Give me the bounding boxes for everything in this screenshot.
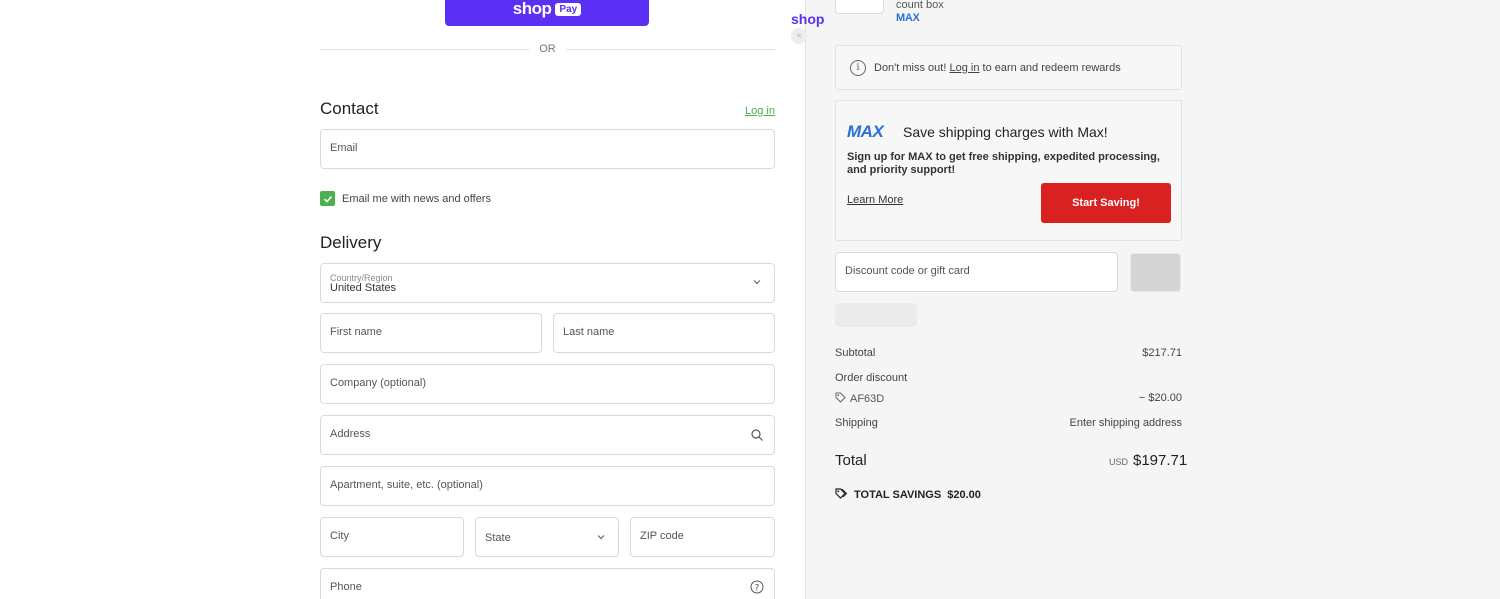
info-icon: i — [850, 59, 866, 76]
city-field[interactable]: City — [320, 517, 464, 557]
close-icon[interactable]: × — [791, 28, 807, 44]
order-discount-label: Order discount — [835, 372, 908, 384]
loading-placeholder — [835, 303, 917, 327]
checkmark-icon — [323, 195, 332, 203]
shipping-label: Shipping — [835, 417, 878, 429]
state-select[interactable]: State — [475, 517, 619, 557]
max-promo-card: MAX Save shipping charges with Max! Sign… — [835, 100, 1182, 241]
login-link[interactable]: Log in — [745, 105, 775, 117]
rewards-banner: i Don't miss out! Log in to earn and red… — [835, 45, 1182, 90]
savings-tag-icon — [835, 488, 848, 502]
country-select[interactable]: Country/Region United States — [320, 263, 775, 303]
delivery-heading: Delivery — [320, 233, 382, 252]
start-saving-button[interactable]: Start Saving! — [1041, 183, 1171, 223]
news-checkbox[interactable] — [320, 191, 335, 206]
apartment-placeholder: Apartment, suite, etc. (optional) — [330, 479, 483, 491]
rewards-text: Don't miss out! Log in to earn and redee… — [874, 62, 1121, 74]
company-placeholder: Company (optional) — [330, 377, 426, 389]
help-icon[interactable]: ? — [750, 580, 764, 594]
subtotal-label: Subtotal — [835, 347, 876, 359]
learn-more-link[interactable]: Learn More — [847, 194, 903, 206]
total-savings-row: TOTAL SAVINGS $20.00 — [835, 488, 981, 502]
rewards-suffix: to earn and redeem rewards — [982, 61, 1121, 74]
discount-placeholder: Discount code or gift card — [845, 265, 970, 277]
zip-field[interactable]: ZIP code — [630, 517, 775, 557]
or-divider: OR — [320, 42, 775, 56]
subtotal-value: $217.71 — [1142, 347, 1182, 359]
or-text: OR — [539, 43, 556, 55]
first-name-field[interactable]: First name — [320, 313, 542, 353]
last-name-field[interactable]: Last name — [553, 313, 775, 353]
max-promo-title: Save shipping charges with Max! — [903, 124, 1108, 140]
divider-line — [565, 48, 775, 50]
email-placeholder: Email — [330, 142, 358, 154]
first-name-placeholder: First name — [330, 326, 382, 338]
rewards-login-link[interactable]: Log in — [949, 62, 979, 74]
news-checkbox-label: Email me with news and offers — [342, 192, 491, 205]
company-field[interactable]: Company (optional) — [320, 364, 775, 404]
rewards-prefix: Don't miss out! — [874, 61, 947, 74]
max-promo-description: Sign up for MAX to get free shipping, ex… — [847, 151, 1160, 176]
country-value: United States — [330, 282, 397, 294]
discount-code-row: AF63D — [835, 392, 884, 406]
apartment-field[interactable]: Apartment, suite, etc. (optional) — [320, 466, 775, 506]
max-logo: MAX — [847, 122, 884, 141]
shop-logo: shop — [791, 11, 825, 27]
tag-icon — [835, 392, 846, 406]
shop-pay-button[interactable]: shop Pay — [445, 0, 649, 26]
discount-code: AF63D — [850, 393, 885, 405]
phone-placeholder: Phone — [330, 581, 362, 593]
phone-field[interactable]: Phone ? — [320, 568, 775, 599]
chevron-down-icon — [596, 532, 606, 545]
contact-heading: Contact — [320, 99, 379, 118]
chevron-down-icon — [752, 277, 762, 290]
zip-placeholder: ZIP code — [640, 530, 684, 542]
state-placeholder: State — [485, 532, 511, 544]
total-label: Total — [835, 452, 867, 469]
shop-pay-badge: Pay — [555, 2, 582, 16]
last-name-placeholder: Last name — [563, 326, 615, 338]
svg-text:?: ? — [755, 584, 760, 594]
city-placeholder: City — [330, 530, 349, 542]
divider-line — [320, 48, 530, 50]
product-thumbnail — [835, 0, 884, 14]
savings-value: $20.00 — [947, 489, 981, 501]
shop-pay-wordmark: shop — [512, 0, 552, 18]
search-icon — [750, 428, 764, 442]
max-logo-small: MAX — [896, 12, 920, 24]
product-title: count box — [896, 0, 944, 11]
discount-code-field[interactable]: Discount code or gift card — [835, 252, 1118, 292]
shipping-value: Enter shipping address — [1069, 417, 1182, 429]
total-value: $197.71 — [1133, 452, 1188, 469]
address-field[interactable]: Address — [320, 415, 775, 455]
savings-label: TOTAL SAVINGS — [854, 489, 942, 501]
discount-value: − $20.00 — [1138, 392, 1182, 404]
total-currency: USD — [1109, 457, 1129, 467]
address-placeholder: Address — [330, 428, 371, 440]
news-checkbox-row[interactable]: Email me with news and offers — [320, 191, 491, 206]
apply-discount-button[interactable] — [1130, 253, 1181, 292]
email-field[interactable]: Email — [320, 129, 775, 169]
